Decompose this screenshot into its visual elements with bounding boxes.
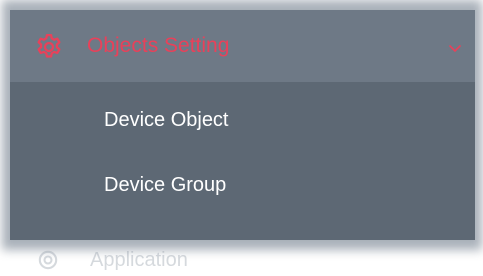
chevron-down-icon[interactable] [447, 42, 463, 56]
objects-setting-label: Objects Setting [87, 34, 230, 57]
menu-item-application[interactable]: Application [10, 246, 475, 276]
gear-icon [37, 34, 61, 58]
menu-item-label: Device Group [104, 174, 227, 196]
menu-item-device-object[interactable]: Device Object [10, 90, 475, 150]
objects-setting-header[interactable]: Objects Setting [10, 10, 475, 82]
menu-item-label: Device Object [104, 109, 229, 131]
menu-item-label: Application [90, 249, 188, 271]
gear-icon [38, 250, 58, 270]
menu-item-device-group[interactable]: Device Group [10, 155, 475, 215]
objects-setting-menu: Objects Setting Device Object Device Gro… [10, 10, 475, 240]
